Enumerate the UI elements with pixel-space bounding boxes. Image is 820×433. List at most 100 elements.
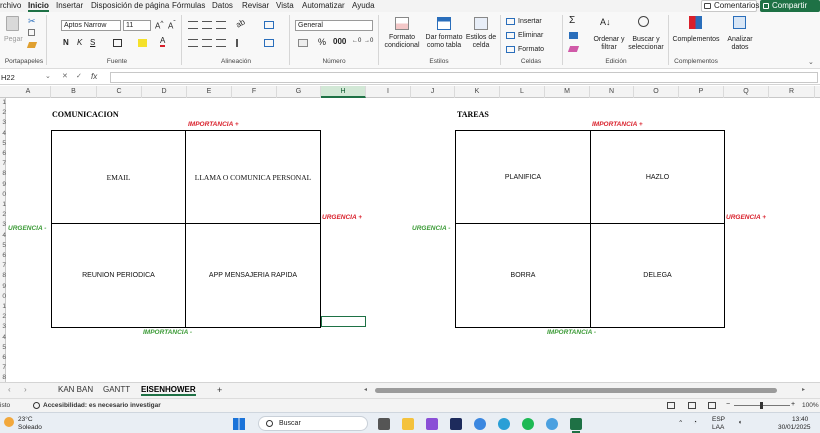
task-view-icon[interactable] (378, 418, 390, 430)
align-right-icon[interactable] (216, 39, 226, 47)
format-cells-button[interactable]: Formato (518, 46, 544, 54)
menu-formulas[interactable]: Fórmulas (172, 1, 205, 10)
col-header[interactable]: B (51, 86, 97, 98)
prev-sheet-icon[interactable]: ‹ (8, 385, 11, 394)
comma-style-icon[interactable]: 000 (333, 37, 346, 46)
row-header[interactable]: 3 (0, 322, 6, 332)
menu-revisar[interactable]: Revisar (242, 1, 269, 10)
col-header[interactable]: J (411, 86, 455, 98)
underline-icon[interactable]: S (90, 38, 95, 47)
fill-color-icon[interactable] (138, 39, 147, 47)
decrease-indent-icon[interactable] (236, 39, 246, 47)
format-cells-icon[interactable] (506, 46, 515, 53)
cancel-icon[interactable]: ✕ (62, 72, 68, 80)
row-header[interactable]: 9 (0, 180, 6, 190)
app-l-icon[interactable] (450, 418, 462, 430)
clear-icon[interactable] (567, 46, 580, 52)
edge-icon[interactable] (498, 418, 510, 430)
align-center-icon[interactable] (202, 39, 212, 47)
bold-icon[interactable]: N (63, 38, 69, 47)
row-header[interactable]: 1 (0, 98, 6, 108)
align-left-icon[interactable] (188, 39, 198, 47)
wifi-icon[interactable]: ◔ (693, 419, 697, 426)
format-table-icon[interactable] (437, 17, 451, 30)
menu-inicio[interactable]: Inicio (28, 1, 49, 12)
italic-icon[interactable]: K (77, 38, 82, 47)
percent-icon[interactable]: % (318, 37, 326, 47)
row-header[interactable]: 8 (0, 169, 6, 179)
col-header[interactable]: C (97, 86, 142, 98)
file-explorer-icon[interactable] (402, 418, 414, 430)
formula-input[interactable] (110, 72, 818, 83)
col-header[interactable]: G (277, 86, 321, 98)
menu-ayuda[interactable]: Ayuda (352, 1, 375, 10)
row-header[interactable]: 4 (0, 333, 6, 343)
col-header[interactable]: I (366, 86, 411, 98)
row-header[interactable]: 3 (0, 118, 6, 128)
col-header[interactable]: O (634, 86, 679, 98)
sheet-tab-gantt[interactable]: GANTT (103, 385, 130, 394)
weather-icon[interactable] (4, 417, 14, 427)
taskbar-search[interactable]: Buscar (258, 416, 368, 431)
menu-vista[interactable]: Vista (276, 1, 294, 10)
copy-icon[interactable] (28, 29, 35, 36)
menu-automatizar[interactable]: Automatizar (302, 1, 345, 10)
menu-datos[interactable]: Datos (212, 1, 233, 10)
col-header[interactable]: L (500, 86, 545, 98)
lang-secondary[interactable]: LAA (712, 424, 724, 431)
font-color-icon[interactable]: A (160, 37, 166, 47)
align-bottom-icon[interactable] (216, 21, 226, 29)
col-header[interactable]: N (590, 86, 634, 98)
menu-archivo[interactable]: rchivo (0, 1, 21, 10)
format-painter-icon[interactable] (26, 42, 38, 48)
addins-icon[interactable] (689, 16, 702, 29)
conditional-format-icon[interactable] (395, 17, 409, 30)
row-header[interactable]: 1 (0, 302, 6, 312)
scroll-left-icon[interactable]: ◂ (364, 386, 367, 393)
col-header[interactable]: Q (724, 86, 769, 98)
row-header[interactable]: 1 (0, 200, 6, 210)
analyze-data-button[interactable]: Analizar datos (722, 36, 758, 52)
menu-disposicion[interactable]: Disposición de página (91, 1, 169, 10)
spreadsheet-grid[interactable]: A B C D E F G H I J K L M N O P Q R 1234… (0, 86, 820, 382)
row-header[interactable]: 8 (0, 373, 6, 382)
autosum-icon[interactable]: Σ (569, 15, 575, 26)
currency-icon[interactable] (298, 39, 308, 47)
browser-icon[interactable] (546, 418, 558, 430)
sort-filter-icon[interactable]: A↓ (600, 17, 614, 30)
row-header[interactable]: 5 (0, 343, 6, 353)
lang-primary[interactable]: ESP (712, 416, 725, 423)
row-header[interactable]: 4 (0, 129, 6, 139)
cut-icon[interactable]: ✂ (28, 16, 36, 27)
merge-center-icon[interactable] (264, 39, 274, 47)
clock-date[interactable]: 30/01/2025 (778, 424, 811, 431)
delete-cells-icon[interactable] (506, 32, 515, 39)
number-format-select[interactable]: General (295, 20, 373, 31)
increase-font-icon[interactable]: A^ (155, 20, 163, 31)
borders-icon[interactable] (113, 39, 122, 47)
tray-chevron-icon[interactable]: ⌃ (678, 419, 683, 427)
row-header[interactable]: 0 (0, 190, 6, 200)
clock-time[interactable]: 13:40 (792, 416, 808, 423)
row-header[interactable]: 7 (0, 261, 6, 271)
row-header[interactable]: 8 (0, 271, 6, 281)
sheet-tab-kanban[interactable]: KAN BAN (58, 385, 93, 394)
insert-cells-icon[interactable] (506, 18, 515, 25)
row-header[interactable]: 5 (0, 241, 6, 251)
zoom-out-icon[interactable]: − (726, 401, 730, 408)
row-header[interactable]: 6 (0, 149, 6, 159)
analyze-data-icon[interactable] (733, 16, 746, 29)
page-layout-view-icon[interactable] (688, 402, 696, 409)
orientation-icon[interactable]: ab (234, 17, 246, 29)
add-sheet-button[interactable]: + (217, 385, 222, 395)
row-header[interactable]: 7 (0, 159, 6, 169)
speaker-icon[interactable]: ◖ (738, 419, 742, 426)
find-select-button[interactable]: Buscar y seleccionar (627, 36, 665, 52)
align-middle-icon[interactable] (202, 21, 212, 29)
row-header[interactable]: 2 (0, 312, 6, 322)
row-header[interactable]: 0 (0, 292, 6, 302)
zoom-thumb[interactable] (760, 402, 763, 409)
col-header[interactable]: M (545, 86, 590, 98)
normal-view-icon[interactable] (667, 402, 675, 409)
name-box[interactable]: H22 (0, 72, 44, 83)
